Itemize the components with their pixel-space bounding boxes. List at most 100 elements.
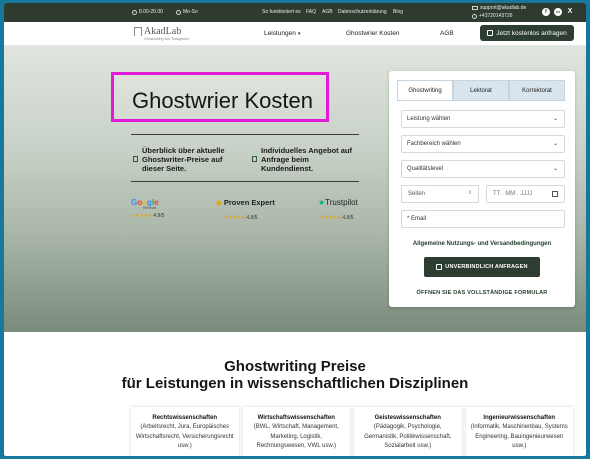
logo-text: AkadLab xyxy=(144,26,182,37)
facebook-icon[interactable]: f xyxy=(542,8,550,16)
mail-icon xyxy=(472,6,478,10)
tab-lektorat[interactable]: Lektorat xyxy=(453,80,509,101)
stars-icon: ★★★★★ xyxy=(224,215,245,221)
card-humanities[interactable]: Geisteswissenschaften (Pädagogik, Psycho… xyxy=(354,407,462,456)
topbar-link-agb[interactable]: AGB xyxy=(322,9,333,15)
x-twitter-icon[interactable]: X xyxy=(566,8,574,16)
phone-contact[interactable]: +43720143726 xyxy=(472,13,513,19)
discipline-cards: Rechtswissenschaften (Arbeitsrecht, Jura… xyxy=(131,407,573,456)
card-description: (Pädagogik, Psychologie, Germanistik, Po… xyxy=(364,424,452,449)
tab-korrektorat[interactable]: Korrektorat xyxy=(509,80,565,101)
topbar-link-label: So funktioniert es xyxy=(262,9,301,15)
hero-section: Ghostwrier Kosten Überblick über aktuell… xyxy=(4,46,586,332)
email-placeholder: * Email xyxy=(407,216,427,222)
rating-provenexpert[interactable]: ◆ Proven Expert ★★★★★ 4.9/5 xyxy=(216,198,275,221)
tab-ghostwriting[interactable]: Ghostwriting xyxy=(397,80,453,101)
card-description: (Informatik, Maschinenbau, Systems Engin… xyxy=(470,424,568,449)
edit-icon xyxy=(436,264,443,270)
free-request-button[interactable]: Jetzt kostenlos anfragen xyxy=(480,25,574,41)
open-full-form-link[interactable]: ÖFFNEN SIE DAS VOLLSTÄNDIGE FORMULAR xyxy=(389,290,575,296)
nav-label: Leistungen xyxy=(264,30,296,37)
clock-icon xyxy=(132,9,137,15)
email-text: support@akadlab.de xyxy=(480,5,527,11)
terms-label: Allgemeine Nutzungs- und Versandbedingun… xyxy=(412,241,552,247)
nav-label: Ghostwrier Kosten xyxy=(346,30,400,37)
order-form: Ghostwriting Lektorat Korrektorat Leistu… xyxy=(389,71,575,307)
calendar-icon xyxy=(176,9,181,15)
stepper-icon[interactable]: ⇕ xyxy=(468,190,472,196)
card-title: Rechtswissenschaften xyxy=(152,415,218,421)
topbar-link-blog[interactable]: Blog xyxy=(393,9,403,15)
pages-placeholder: Seiten xyxy=(408,191,426,197)
rating-brand: Proven Expert xyxy=(223,198,275,207)
select-value: Leistung wählen xyxy=(407,116,451,122)
topbar-link-label: AGB xyxy=(322,9,333,15)
phone-text: +43720143726 xyxy=(479,13,513,19)
logo-subtitle: Ghostwriting von Textagentur xyxy=(144,37,190,41)
stars-icon: ★★★★★ xyxy=(320,215,341,221)
card-engineering[interactable]: Ingenieurwissenschaften (Informatik, Mas… xyxy=(465,407,573,456)
terms-link[interactable]: Allgemeine Nutzungs- und Versandbedingun… xyxy=(389,241,575,247)
calendar-icon[interactable] xyxy=(552,191,558,197)
topbar-link-privacy[interactable]: Datenschutzerklärung xyxy=(338,9,387,15)
submit-label: UNVERBINDLICH ANFRAGEN xyxy=(445,264,528,270)
linkedin-icon[interactable]: in xyxy=(554,8,562,16)
chevron-down-icon: ⌄ xyxy=(552,166,558,172)
nav-item-kosten[interactable]: Ghostwrier Kosten xyxy=(346,30,399,37)
feature-text: Individuelles Angebot auf Anfrage beim K… xyxy=(261,146,352,173)
browser-viewport: 8.00-20.00 Mo-So So funktioniert es FAQ … xyxy=(4,3,586,456)
nav-item-agb[interactable]: AGB xyxy=(440,30,454,37)
email-contact[interactable]: support@akadlab.de xyxy=(472,5,526,11)
top-info-bar: 8.00-20.00 Mo-So So funktioniert es FAQ … xyxy=(4,3,586,22)
main-header: AkadLab Ghostwriting von Textagentur Lei… xyxy=(4,22,586,46)
service-select[interactable]: Leistung wählen ⌄ xyxy=(401,110,565,128)
quality-select[interactable]: Qualitätslevel ⌄ xyxy=(401,160,565,178)
pages-input[interactable]: Seiten ⇕ xyxy=(401,185,479,203)
days-text: Mo-So xyxy=(183,9,198,15)
rating-trustpilot[interactable]: ★Trustpilot ★★★★★ 4.9/5 xyxy=(318,198,358,221)
highlighted-title-box: Ghostwrier Kosten xyxy=(111,72,329,122)
rating-score: 4.9/5 xyxy=(342,215,354,221)
divider xyxy=(131,134,359,135)
topbar-link-faq[interactable]: FAQ xyxy=(306,9,316,15)
select-value: Qualitätslevel xyxy=(407,166,444,172)
card-title: Ingenieurwissenschaften xyxy=(483,415,556,421)
section-heading-line2: für Leistungen in wissenschaftlichen Dis… xyxy=(121,375,469,392)
card-description: (BWL, Wirtschaft, Management, Marketing,… xyxy=(253,424,339,449)
phone-icon xyxy=(472,13,477,19)
nav-item-leistungen[interactable]: Leistungen ▾ xyxy=(264,30,300,37)
topbar-link-label: FAQ xyxy=(306,9,317,15)
card-economics[interactable]: Wirtschaftswissenschaften (BWL, Wirtscha… xyxy=(242,407,350,456)
chevron-down-icon: ⌄ xyxy=(552,116,558,122)
field-select[interactable]: Fachbereich wählen ⌄ xyxy=(401,135,565,153)
cta-label: Jetzt kostenlos anfragen xyxy=(496,29,567,37)
feature-text: Überblick über aktuelle Ghostwriter-Prei… xyxy=(142,146,225,173)
bookmark-icon xyxy=(252,156,257,162)
card-title: Geisteswissenschaften xyxy=(374,415,441,421)
date-placeholder: TT . MM . JJJJ xyxy=(493,191,533,197)
submit-request-button[interactable]: UNVERBINDLICH ANFRAGEN xyxy=(424,257,540,277)
chevron-down-icon: ▾ xyxy=(297,31,301,37)
feature-prices-overview: Überblick über aktuelle Ghostwriter-Prei… xyxy=(133,146,242,173)
select-value: Fachbereich wählen xyxy=(407,141,461,147)
rating-score: 4.9/5 xyxy=(246,215,258,221)
divider xyxy=(131,181,359,182)
page-title: Ghostwrier Kosten xyxy=(132,88,313,113)
chevron-down-icon: ⌄ xyxy=(552,141,558,147)
rating-score: 4.9/5 xyxy=(153,213,165,219)
full-form-label: ÖFFNEN SIE DAS VOLLSTÄNDIGE FORMULAR xyxy=(416,290,548,296)
card-description: (Arbeitsrecht, Jura, Europäisches Wirtsc… xyxy=(135,424,234,449)
logo-icon xyxy=(134,27,142,36)
hours-info: 8.00-20.00 xyxy=(132,9,163,15)
topbar-link-label: Blog xyxy=(393,9,404,15)
rating-google[interactable]: Google Reviews ★★★★★ 4.9/5 xyxy=(131,198,164,219)
days-info: Mo-So xyxy=(176,9,198,15)
topbar-link-how-it-works[interactable]: So funktioniert es xyxy=(262,9,301,15)
email-input[interactable]: * Email xyxy=(401,210,565,228)
topbar-link-label: Datenschutzerklärung xyxy=(338,9,387,15)
section-heading-line1: Ghostwriting Preise xyxy=(224,358,366,375)
card-law[interactable]: Rechtswissenschaften (Arbeitsrecht, Jura… xyxy=(131,407,239,456)
card-title: Wirtschaftswissenschaften xyxy=(257,415,335,421)
edit-icon xyxy=(487,30,494,36)
deadline-date-input[interactable]: TT . MM . JJJJ xyxy=(486,185,565,203)
